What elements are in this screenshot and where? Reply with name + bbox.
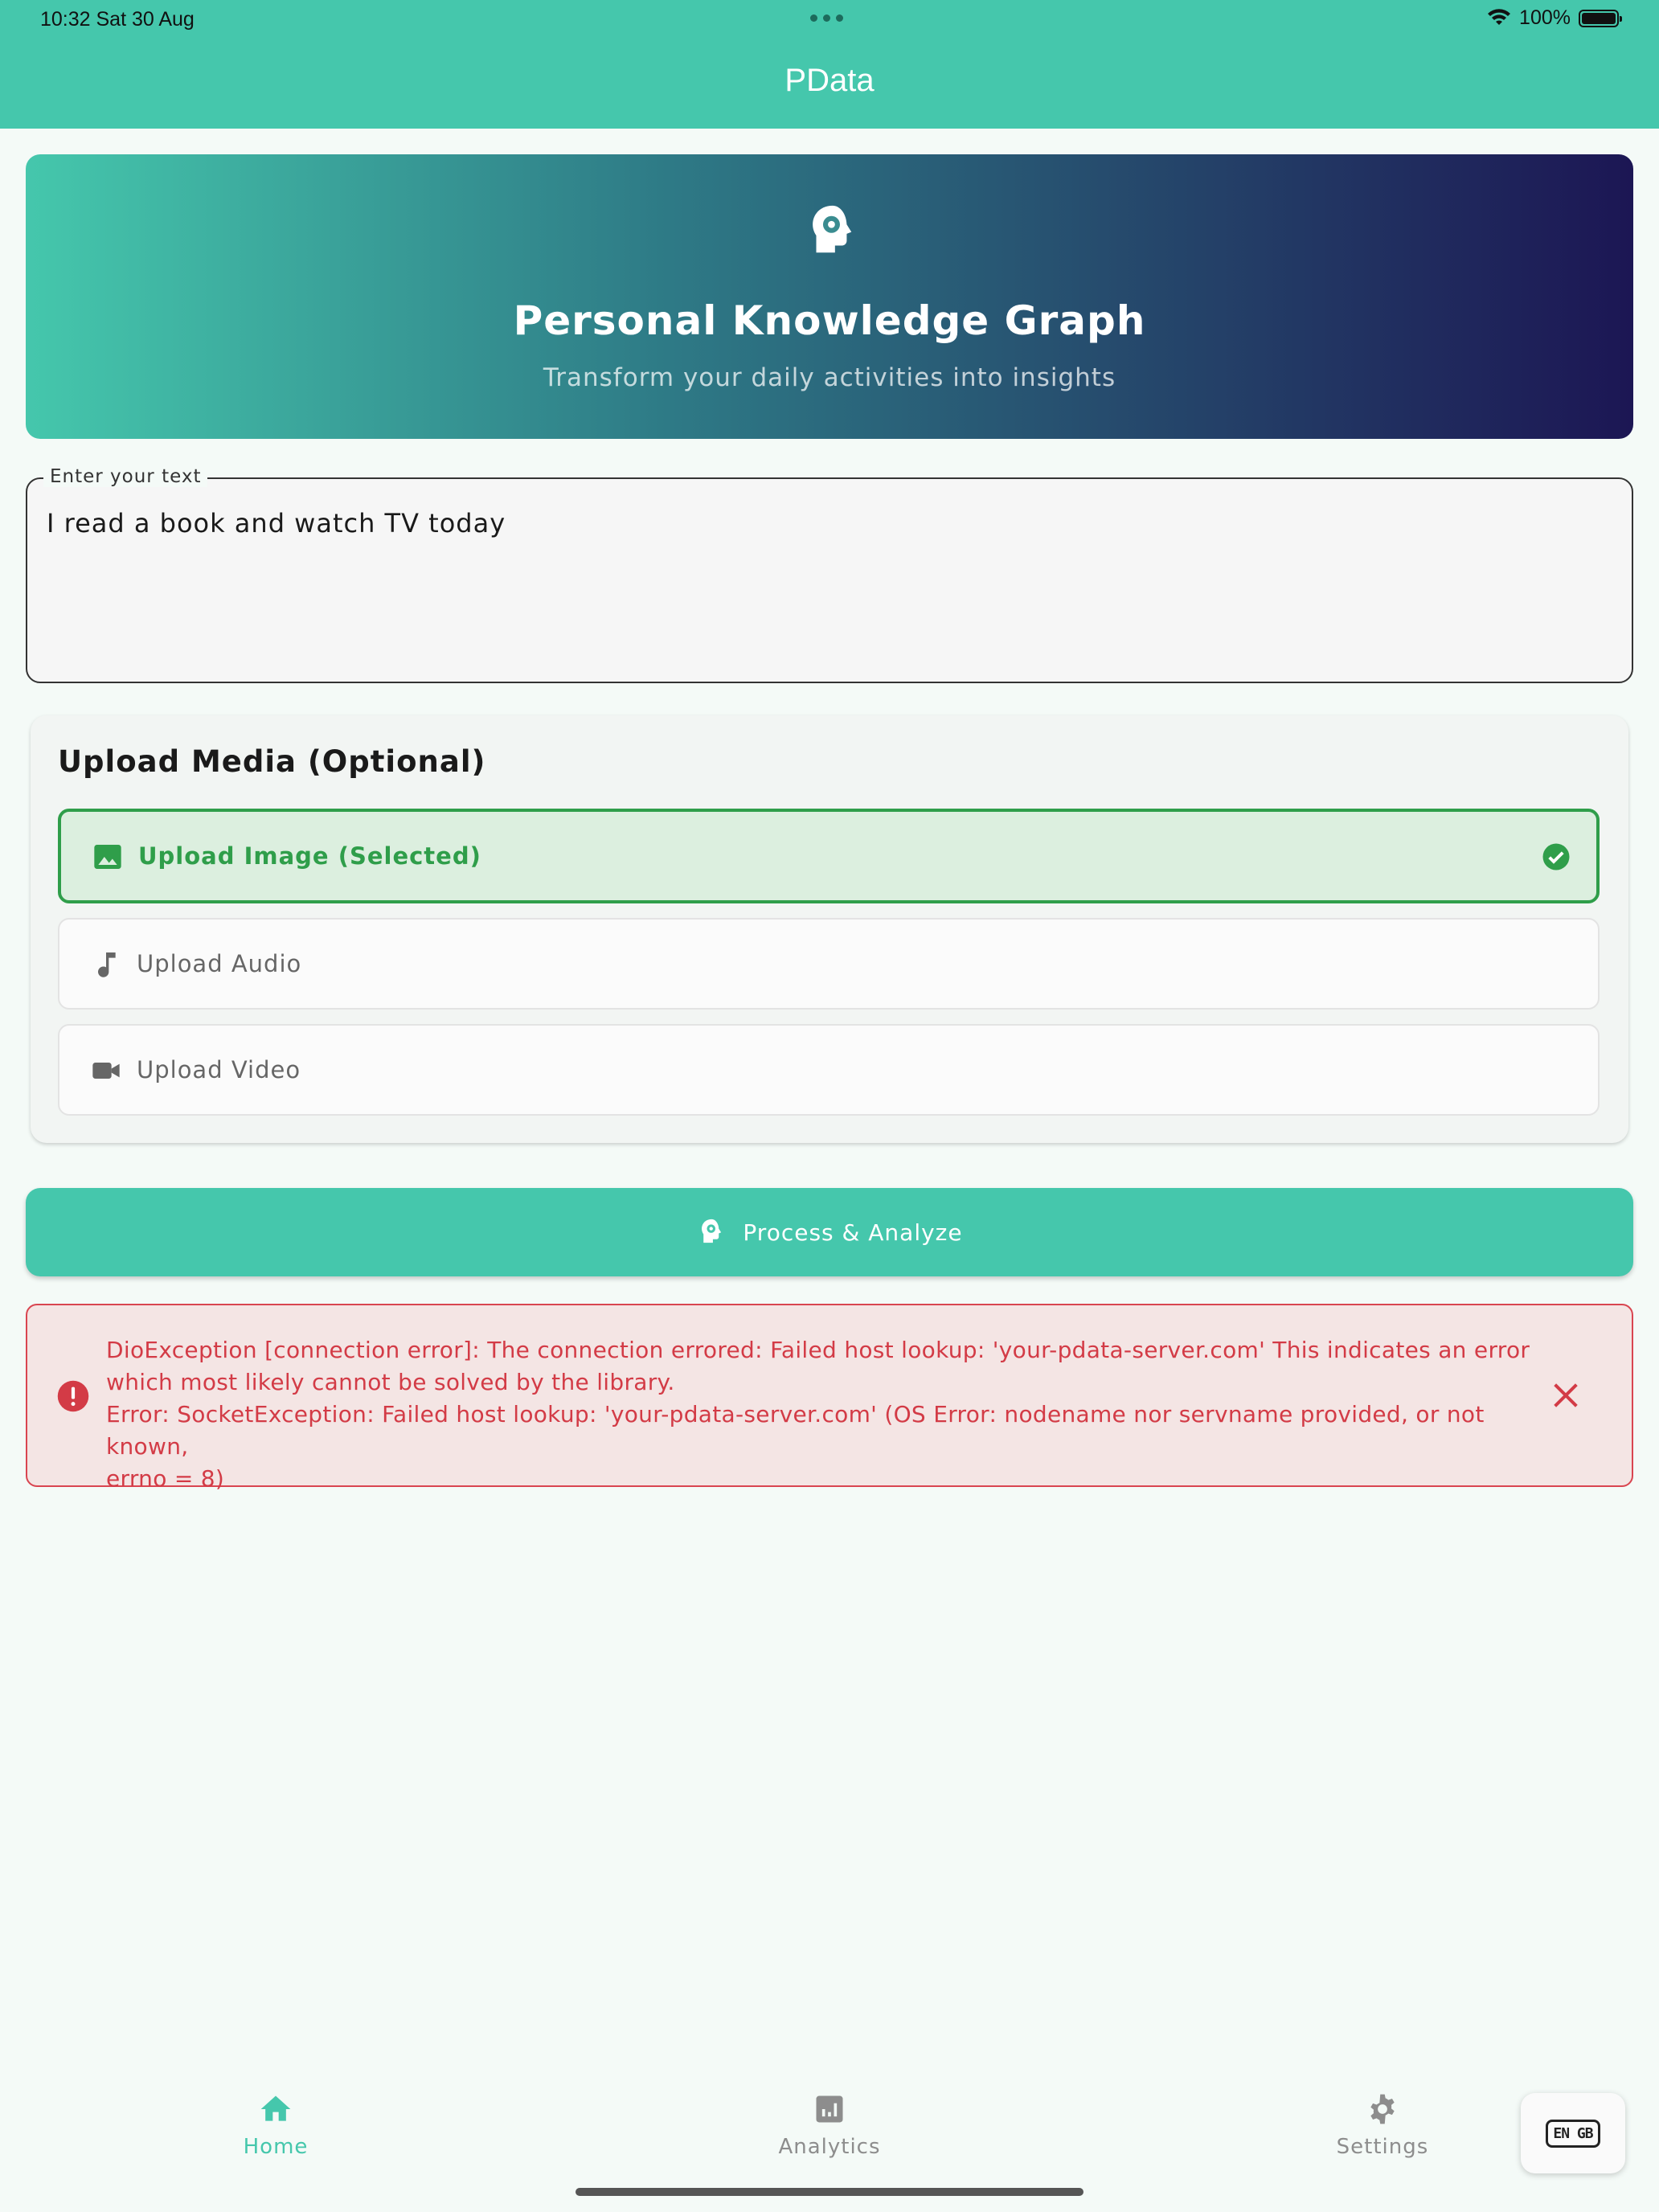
close-icon[interactable] — [1550, 1379, 1582, 1411]
process-analyze-label: Process & Analyze — [743, 1219, 963, 1246]
error-banner: DioException [connection error]: The con… — [26, 1304, 1633, 1492]
page-title: PData — [784, 63, 875, 98]
image-icon — [94, 845, 121, 869]
status-indicators: 100% — [1487, 6, 1622, 30]
hero-banner: Personal Knowledge Graph Transform your … — [26, 154, 1633, 439]
language-badge: EN GB — [1546, 2119, 1600, 2148]
upload-video-label: Upload Video — [137, 1056, 301, 1083]
check-circle-icon — [1542, 843, 1570, 870]
upload-video-option[interactable]: Upload Video — [58, 1024, 1600, 1116]
home-icon — [260, 2095, 291, 2121]
upload-audio-option[interactable]: Upload Audio — [58, 918, 1600, 1010]
text-input-value[interactable]: I read a book and watch TV today — [47, 508, 506, 539]
nav-item-home[interactable]: Home — [195, 2091, 356, 2159]
process-analyze-button[interactable]: Process & Analyze — [26, 1188, 1633, 1276]
psychology-icon — [813, 205, 852, 253]
hero-title: Personal Knowledge Graph — [513, 297, 1146, 344]
upload-image-option[interactable]: Upload Image (Selected) — [58, 809, 1600, 903]
videocam-icon — [92, 1063, 120, 1079]
music-note-icon — [98, 952, 116, 977]
psychology-icon — [702, 1219, 722, 1243]
error-line: errno = 8) — [106, 1465, 225, 1492]
text-input-label: Enter your text — [43, 466, 208, 487]
error-line: which most likely cannot be solved by th… — [106, 1369, 675, 1395]
status-time: 10:32 Sat 30 Aug — [40, 8, 195, 31]
upload-media-title: Upload Media (Optional) — [58, 744, 486, 779]
battery-icon — [1579, 9, 1622, 27]
language-switch-button[interactable]: EN GB — [1521, 2093, 1625, 2173]
error-icon — [57, 1380, 89, 1412]
error-message: DioException [connection error]: The con… — [106, 1334, 1553, 1495]
battery-percent: 100% — [1519, 6, 1571, 29]
text-input-field[interactable]: Enter your text I read a book and watch … — [26, 466, 1633, 683]
nav-label-settings: Settings — [1336, 2135, 1429, 2159]
home-indicator[interactable] — [576, 2188, 1083, 2196]
error-line: DioException [connection error]: The con… — [106, 1337, 1530, 1363]
wifi-icon — [1488, 8, 1511, 25]
nav-label-analytics: Analytics — [778, 2135, 881, 2159]
nav-label-home: Home — [243, 2135, 309, 2159]
nav-item-settings[interactable]: Settings — [1302, 2091, 1463, 2159]
upload-audio-label: Upload Audio — [137, 950, 302, 977]
upload-image-label: Upload Image (Selected) — [138, 842, 481, 870]
nav-item-analytics[interactable]: Analytics — [749, 2091, 910, 2159]
settings-icon — [1370, 2094, 1395, 2124]
error-line: Error: SocketException: Failed host look… — [106, 1401, 1485, 1460]
app-bar: 10:32 Sat 30 Aug 100% PData — [0, 0, 1659, 129]
multitasking-dots[interactable] — [810, 14, 843, 22]
hero-subtitle: Transform your daily activities into ins… — [543, 363, 1116, 392]
analytics-icon — [816, 2095, 843, 2123]
upload-media-card: Upload Media (Optional) Upload Image (Se… — [31, 715, 1628, 1143]
